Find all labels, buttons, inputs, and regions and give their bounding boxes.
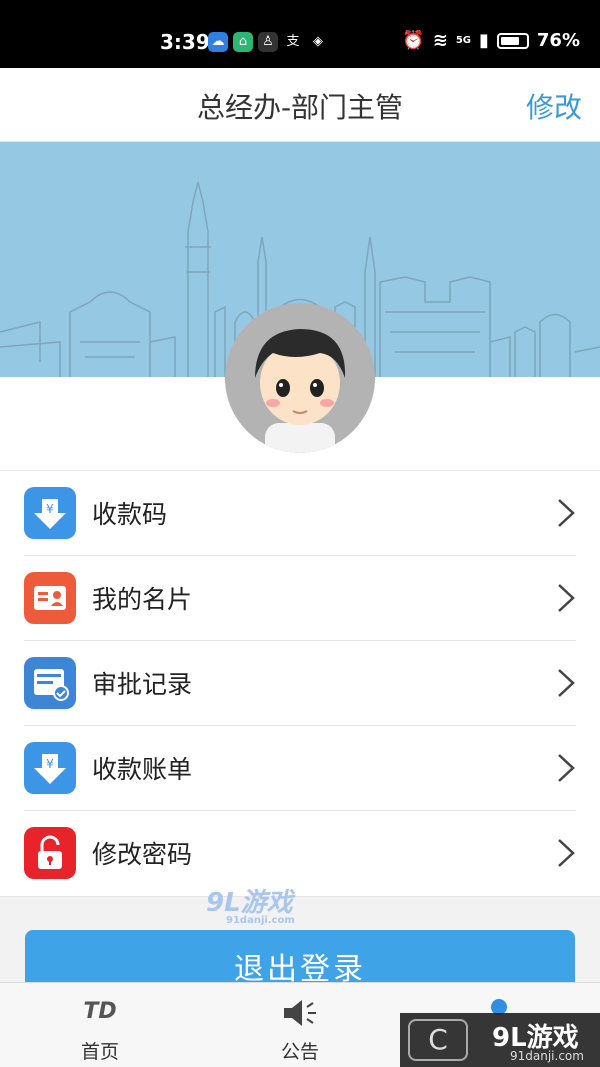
- tab-announcements[interactable]: 公告: [200, 983, 400, 1067]
- menu-item-label: 我的名片: [92, 585, 193, 614]
- business-card-icon: [24, 572, 76, 624]
- chevron-right-icon: [558, 584, 575, 612]
- battery-percent: 76%: [536, 30, 580, 51]
- menu-item-label: 修改密码: [92, 840, 193, 869]
- alarm-icon: ⏰: [402, 30, 425, 51]
- watermark-url: 91danji.com: [226, 915, 295, 926]
- yen-download-icon: ¥: [24, 742, 76, 794]
- chevron-right-icon: [558, 839, 575, 867]
- menu-item-business-card[interactable]: 我的名片: [0, 556, 600, 641]
- signal-icon: ▮: [479, 30, 489, 51]
- menu-item-approval-records[interactable]: 审批记录: [0, 641, 600, 726]
- user-avatar-illustration: [225, 303, 375, 453]
- speaker-icon: [284, 1000, 316, 1026]
- menu-item-change-password[interactable]: 修改密码: [0, 811, 600, 896]
- svg-text:¥: ¥: [46, 502, 54, 516]
- approval-record-icon: [24, 657, 76, 709]
- battery-icon: [496, 32, 529, 49]
- svg-text:¥: ¥: [46, 757, 54, 771]
- profile-menu: ¥ 收款码 我的名片 审批记录 ¥ 收款账单 修改密码: [0, 470, 600, 897]
- tab-label: 首页: [80, 1041, 119, 1063]
- menu-item-payment-code[interactable]: ¥ 收款码: [0, 471, 600, 556]
- menu-item-label: 收款账单: [92, 755, 193, 784]
- network-type: 5G: [455, 35, 471, 46]
- status-right: ⏰ ≋ 5G ▮ 76%: [402, 30, 580, 51]
- alipay-icon: 支: [286, 34, 300, 49]
- chevron-right-icon: [558, 499, 575, 527]
- watermark-logo: 9L游戏 91danji.com: [206, 882, 295, 926]
- tab-label: 公告: [280, 1041, 319, 1063]
- chevron-right-icon: [558, 669, 575, 697]
- nav-bar: 总经办-部门主管 修改: [0, 68, 600, 142]
- vpn-icon: ◈: [313, 34, 323, 49]
- home-logo-icon: TD: [83, 999, 117, 1024]
- menu-item-label: 收款码: [92, 500, 168, 529]
- tab-home[interactable]: TD 首页: [0, 983, 200, 1067]
- menu-item-payment-bills[interactable]: ¥ 收款账单: [0, 726, 600, 811]
- avatar[interactable]: [225, 303, 375, 453]
- chevron-right-icon: [558, 754, 575, 782]
- watermark-banner: C 9L游戏 91danji.com: [400, 1013, 600, 1067]
- watermark-url: 91danji.com: [510, 1049, 584, 1063]
- home-app-icon: ⌂: [233, 32, 253, 52]
- qq-icon: ♙: [258, 32, 278, 52]
- lock-icon: [24, 827, 76, 879]
- wifi-icon: ≋: [432, 30, 448, 51]
- status-bar: 3:39 ☁ ⌂ ♙ 支 ◈ ⏰ ≋ 5G ▮ 76%: [0, 0, 600, 68]
- notification-icons: ☁ ⌂ ♙ 支 ◈: [208, 32, 328, 52]
- cloud-app-icon: ☁: [208, 32, 228, 52]
- page-title: 总经办-部门主管: [196, 91, 404, 124]
- watermark-emblem-icon: C: [408, 1019, 468, 1061]
- watermark-text: 9L游戏: [206, 888, 293, 918]
- edit-button[interactable]: 修改: [526, 86, 582, 126]
- yen-download-icon: ¥: [24, 487, 76, 539]
- menu-item-label: 审批记录: [92, 670, 193, 699]
- status-time: 3:39: [160, 30, 210, 54]
